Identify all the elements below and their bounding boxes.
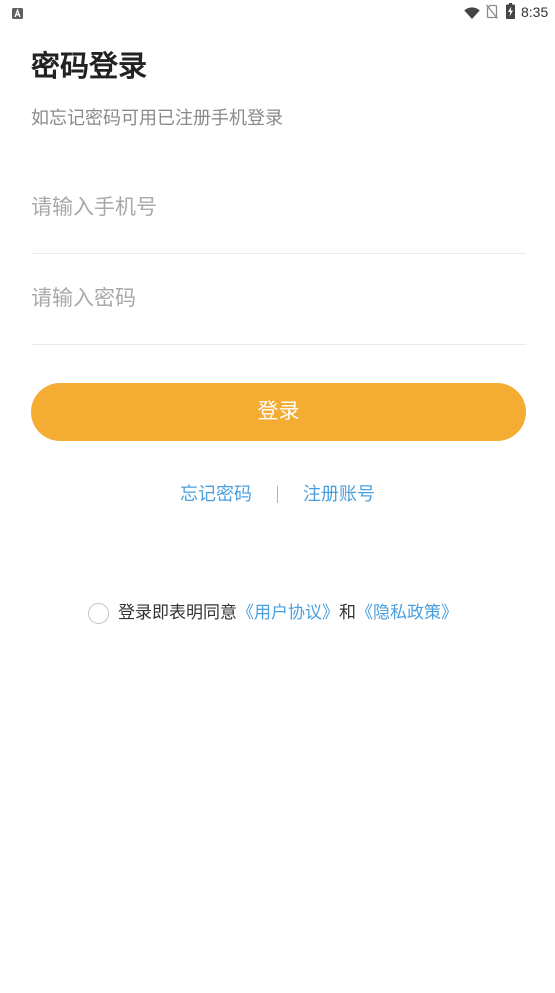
no-sim-icon bbox=[485, 4, 499, 19]
status-bar: 8:35 bbox=[0, 0, 555, 24]
phone-field bbox=[31, 172, 526, 254]
password-field bbox=[31, 263, 526, 345]
page-subtitle: 如忘记密码可用已注册手机登录 bbox=[31, 108, 283, 128]
forgot-password-link[interactable]: 忘记密码 bbox=[180, 482, 252, 506]
notification-icon bbox=[12, 6, 23, 19]
link-divider bbox=[277, 485, 278, 503]
login-button[interactable]: 登录 bbox=[31, 383, 526, 441]
page-title: 密码登录 bbox=[31, 51, 148, 83]
wifi-icon bbox=[464, 6, 480, 20]
status-time: 8:35 bbox=[521, 4, 549, 20]
privacy-policy-link[interactable]: 《隐私政策》 bbox=[356, 601, 458, 625]
battery-charging-icon bbox=[506, 3, 515, 19]
agreement-checkbox[interactable] bbox=[88, 602, 109, 624]
register-link[interactable]: 注册账号 bbox=[303, 482, 375, 506]
auth-links-row: 忘记密码 注册账号 bbox=[0, 482, 555, 506]
user-agreement-link[interactable]: 《用户协议》 bbox=[237, 601, 339, 625]
phone-input[interactable] bbox=[31, 186, 526, 230]
agreement-conjunction: 和 bbox=[339, 603, 356, 622]
agreement-prefix: 登录即表明同意 bbox=[118, 603, 237, 622]
agreement-row: 登录即表明同意 《用户协议》 和 《隐私政策》 bbox=[88, 601, 458, 625]
password-input[interactable] bbox=[31, 277, 526, 321]
